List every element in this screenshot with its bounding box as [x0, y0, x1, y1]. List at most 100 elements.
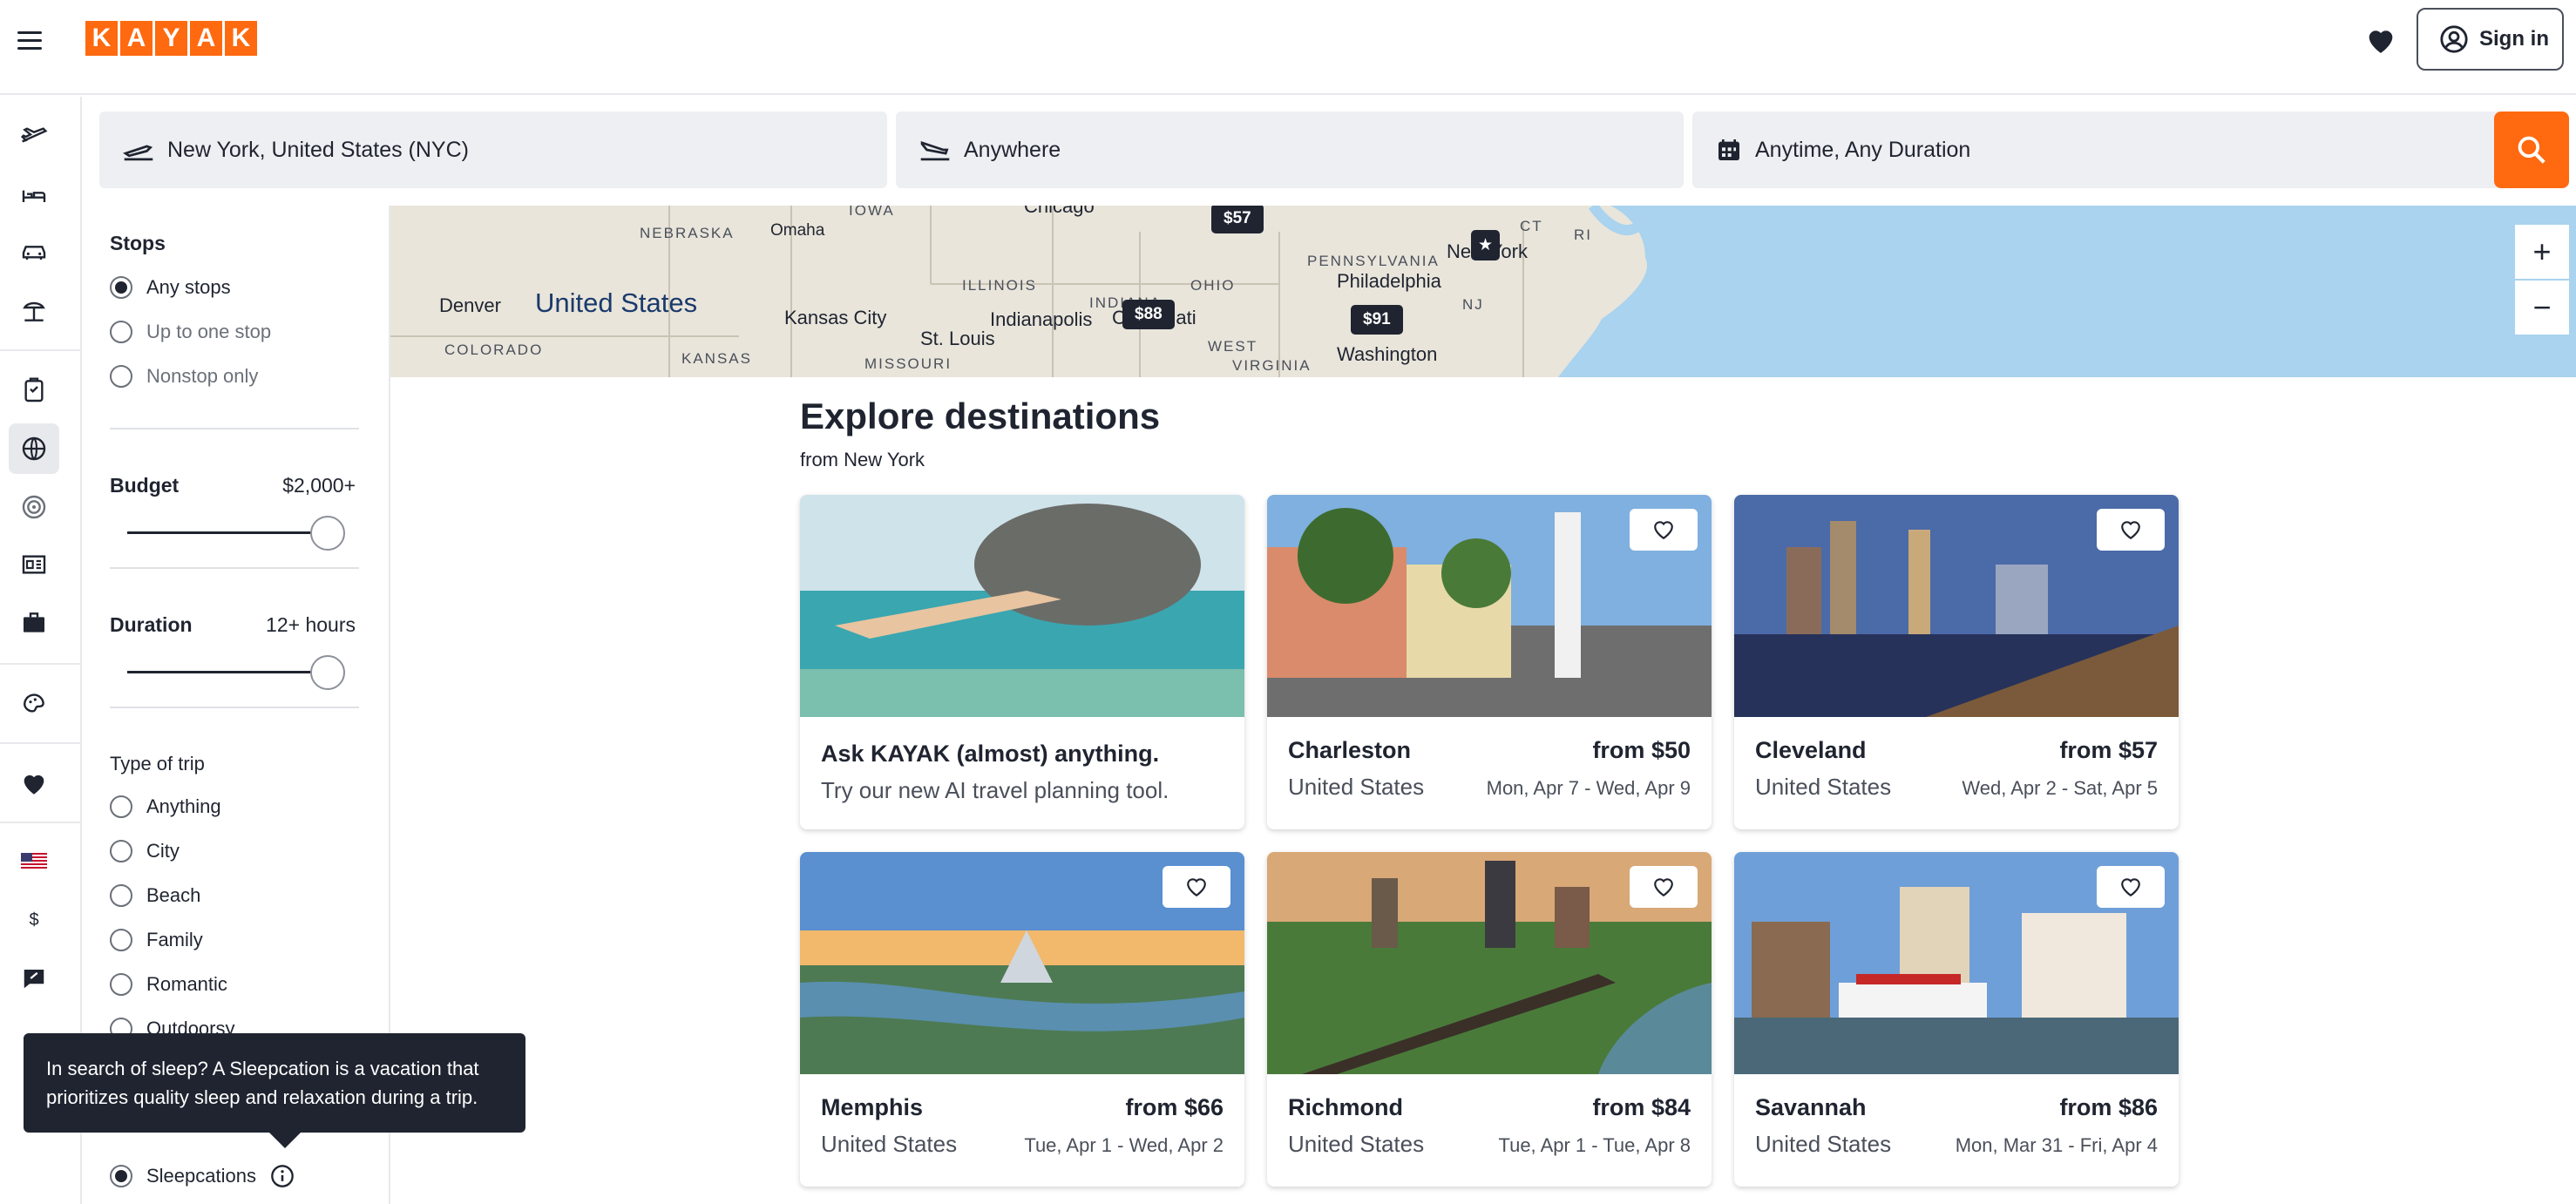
map-label: Omaha — [770, 221, 825, 240]
search-button[interactable] — [2494, 112, 2569, 188]
radio-icon — [110, 973, 132, 996]
stops-option-nonstop[interactable]: Nonstop only — [110, 365, 258, 388]
map-label: Chicago — [1024, 206, 1095, 217]
budget-title: Budget — [110, 474, 180, 497]
search-bar: New York, United States (NYC) Anywhere A… — [82, 97, 2576, 206]
trip-type-title: Type of trip — [110, 753, 205, 774]
destination-value: Anywhere — [964, 137, 1061, 162]
map-label: NJ — [1462, 296, 1484, 313]
sign-in-button[interactable]: Sign in — [2417, 8, 2564, 71]
flights-icon[interactable] — [9, 112, 59, 162]
map-label: Indianapolis — [990, 308, 1093, 330]
calendar-icon — [1718, 139, 1739, 160]
destination-card-savannah[interactable]: Savannah from $86 United States Mon, Mar… — [1734, 852, 2179, 1187]
map-price-pin[interactable]: $88 — [1122, 300, 1175, 329]
stops-option-any[interactable]: Any stops — [110, 276, 231, 299]
price: from $50 — [1592, 737, 1691, 763]
menu-icon[interactable] — [17, 24, 49, 56]
trip-dates: Tue, Apr 1 - Wed, Apr 2 — [1024, 1134, 1224, 1156]
trip-type-city[interactable]: City — [110, 840, 180, 862]
hacker-fares-icon[interactable] — [9, 539, 59, 590]
ai-planner-card[interactable]: Ask KAYAK (almost) anything. Try our new… — [800, 495, 1244, 829]
kayak-logo[interactable]: K A Y A K — [85, 21, 257, 56]
radio-label: Up to one stop — [146, 321, 272, 342]
zoom-out-button[interactable]: − — [2515, 281, 2569, 335]
saved-icon[interactable] — [9, 758, 59, 808]
destination-card-richmond[interactable]: Richmond from $84 United States Tue, Apr… — [1267, 852, 1712, 1187]
map-label: Kansas City — [784, 307, 887, 328]
map-label: United States — [535, 287, 698, 318]
trip-type-romantic[interactable]: Romantic — [110, 973, 227, 996]
destination-card-cleveland[interactable]: Cleveland from $57 United States Wed, Ap… — [1734, 495, 2179, 829]
budget-slider-handle[interactable] — [310, 516, 345, 551]
trip-type-family[interactable]: Family — [110, 929, 203, 951]
search-icon — [2518, 136, 2545, 164]
deals-icon[interactable] — [9, 678, 59, 728]
map-label: RI — [1574, 227, 1592, 243]
zoom-in-button[interactable]: + — [2515, 225, 2569, 279]
map-label: COLORADO — [444, 342, 544, 358]
map-label: KANSAS — [681, 350, 752, 367]
logo-letter: K — [85, 21, 118, 56]
best-time-icon[interactable] — [9, 482, 59, 532]
trip-type-anything[interactable]: Anything — [110, 795, 221, 818]
map-price-pin[interactable]: $57 — [1211, 206, 1264, 233]
takeoff-icon — [123, 145, 153, 161]
map-label: IOWA — [849, 206, 895, 219]
map-label: Philadelphia — [1337, 270, 1441, 292]
logo-letter: K — [225, 21, 257, 56]
explore-title: Explore destinations — [800, 396, 1161, 436]
favorite-heart-icon[interactable] — [1630, 509, 1698, 551]
trips-icon[interactable] — [9, 365, 59, 416]
duration-slider-handle[interactable] — [310, 655, 345, 690]
trip-type-sleepcations[interactable]: Sleepcations — [110, 1164, 295, 1188]
city-name: Charleston — [1288, 737, 1412, 763]
explore-icon[interactable] — [9, 423, 59, 474]
duration-title: Duration — [110, 613, 193, 636]
dates-field[interactable]: Anytime, Any Duration — [1692, 112, 2569, 188]
favorite-heart-icon[interactable] — [1163, 866, 1230, 908]
budget-value: $2,000+ — [282, 474, 356, 497]
info-icon[interactable] — [270, 1164, 295, 1188]
origin-field[interactable]: New York, United States (NYC) — [99, 112, 887, 188]
destinations-map[interactable]: IOWA Chicago NEBRASKA Omaha ILLINOIS IND… — [390, 206, 2576, 377]
radio-label: Beach — [146, 884, 201, 906]
country-name: United States — [821, 1131, 958, 1157]
destination-field[interactable]: Anywhere — [896, 112, 1684, 188]
radio-icon — [110, 365, 132, 388]
destination-card-memphis[interactable]: Memphis from $66 United States Tue, Apr … — [800, 852, 1244, 1187]
country-name: United States — [1288, 1131, 1425, 1157]
stops-option-one[interactable]: Up to one stop — [110, 321, 271, 343]
country-name: United States — [1755, 774, 1892, 800]
radio-label: Family — [146, 929, 203, 950]
map-label: St. Louis — [920, 328, 995, 349]
destination-card-charleston[interactable]: Charleston from $50 United States Mon, A… — [1267, 495, 1712, 829]
origin-value: New York, United States (NYC) — [167, 137, 469, 162]
favorite-heart-icon[interactable] — [2097, 866, 2165, 908]
trip-type-beach[interactable]: Beach — [110, 884, 200, 907]
map-price-pin[interactable]: $91 — [1351, 305, 1403, 335]
stops-title: Stops — [110, 232, 166, 254]
feedback-icon[interactable] — [9, 953, 59, 1004]
price: from $86 — [2059, 1094, 2158, 1120]
radio-label: City — [146, 840, 180, 862]
sign-in-label: Sign in — [2479, 27, 2549, 51]
trip-dates: Tue, Apr 1 - Tue, Apr 8 — [1498, 1134, 1691, 1156]
currency-icon[interactable]: $ — [9, 895, 59, 945]
radio-icon — [110, 321, 132, 343]
trip-dates: Wed, Apr 2 - Sat, Apr 5 — [1962, 777, 2158, 799]
favorite-heart-icon[interactable] — [1630, 866, 1698, 908]
landing-icon — [920, 140, 950, 161]
favorite-heart-icon[interactable] — [2097, 509, 2165, 551]
us-flag-icon[interactable] — [9, 836, 59, 887]
radio-icon — [110, 929, 132, 951]
business-icon[interactable] — [9, 598, 59, 648]
trip-dates: Mon, Apr 7 - Wed, Apr 9 — [1486, 777, 1691, 799]
cars-icon[interactable] — [9, 227, 59, 278]
filter-divider — [110, 567, 359, 569]
radio-icon — [110, 840, 132, 862]
saved-heart-icon[interactable] — [2363, 23, 2398, 57]
stays-icon[interactable] — [9, 170, 59, 220]
packages-icon[interactable] — [9, 286, 59, 336]
country-name: United States — [1288, 774, 1425, 800]
